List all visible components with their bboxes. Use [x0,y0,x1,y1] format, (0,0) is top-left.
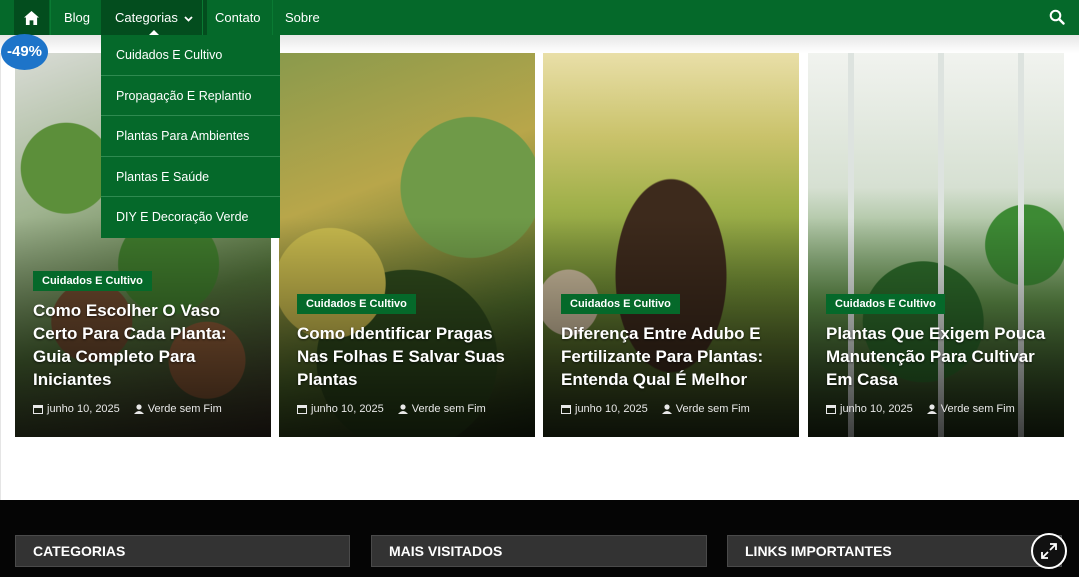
post-meta: junho 10, 2025 Verde sem Fim [561,403,750,415]
post-author[interactable]: Verde sem Fim [676,403,750,415]
dropdown-item-diy[interactable]: DIY E Decoração Verde [101,197,280,238]
user-icon [397,404,408,414]
calendar-icon [561,405,571,414]
post-meta: junho 10, 2025 Verde sem Fim [33,403,222,415]
chevron-down-icon [184,15,193,22]
category-badge[interactable]: Cuidados E Cultivo [33,271,152,291]
expand-button[interactable] [1031,533,1067,569]
dropdown-item-propagacao[interactable]: Propagação E Replantio [101,76,280,116]
nav-contato[interactable]: Contato [215,0,261,35]
calendar-icon [297,405,307,414]
post-title[interactable]: Diferença Entre Adubo E Fertilizante Par… [561,322,785,391]
post-title[interactable]: Como Identificar Pragas Nas Folhas E Sal… [297,322,521,391]
user-icon [661,404,672,414]
dropdown-item-saude[interactable]: Plantas E Saúde [101,157,280,197]
top-navbar: Blog Categorias Contato Sobre [0,0,1079,36]
footer-heading-links-importantes: LINKS IMPORTANTES [727,535,1062,567]
user-icon [926,404,937,414]
dropdown-item-ambientes[interactable]: Plantas Para Ambientes [101,116,280,157]
footer-heading-categorias: CATEGORIAS [15,535,350,567]
post-card[interactable]: Cuidados E Cultivo Como Identificar Prag… [279,53,535,437]
post-title[interactable]: Como Escolher O Vaso Certo Para Cada Pla… [33,299,257,391]
nav-separator [272,0,273,35]
post-meta: junho 10, 2025 Verde sem Fim [297,403,486,415]
post-date: junho 10, 2025 [840,403,913,415]
category-badge[interactable]: Cuidados E Cultivo [297,294,416,314]
post-title[interactable]: Plantas Que Exigem Pouca Manutenção Para… [826,322,1050,391]
categorias-dropdown: Cuidados E Cultivo Propagação E Replanti… [101,35,280,238]
discount-badge[interactable]: -49% [1,34,48,70]
home-icon [24,10,39,25]
post-card[interactable]: Cuidados E Cultivo Plantas Que Exigem Po… [808,53,1064,437]
category-badge[interactable]: Cuidados E Cultivo [561,294,680,314]
post-date: junho 10, 2025 [575,403,648,415]
dropdown-item-cuidados[interactable]: Cuidados E Cultivo [101,35,280,76]
nav-categorias-label: Categorias [115,10,178,25]
post-date: junho 10, 2025 [311,403,384,415]
nav-categorias[interactable]: Categorias [101,0,207,36]
user-icon [133,404,144,414]
post-author[interactable]: Verde sem Fim [148,403,222,415]
category-badge[interactable]: Cuidados E Cultivo [826,294,945,314]
post-meta: junho 10, 2025 Verde sem Fim [826,403,1015,415]
calendar-icon [33,405,43,414]
nav-separator [202,0,203,35]
post-author[interactable]: Verde sem Fim [941,403,1015,415]
calendar-icon [826,405,836,414]
nav-blog[interactable]: Blog [64,0,90,35]
expand-icon [1041,543,1057,559]
post-author[interactable]: Verde sem Fim [412,403,486,415]
home-button[interactable] [14,0,49,35]
nav-separator [50,0,51,35]
post-date: junho 10, 2025 [47,403,120,415]
footer-heading-mais-visitados: MAIS VISITADOS [371,535,707,567]
post-card[interactable]: Cuidados E Cultivo Diferença Entre Adubo… [543,53,799,437]
search-icon[interactable] [1049,9,1065,25]
nav-sobre[interactable]: Sobre [285,0,320,35]
